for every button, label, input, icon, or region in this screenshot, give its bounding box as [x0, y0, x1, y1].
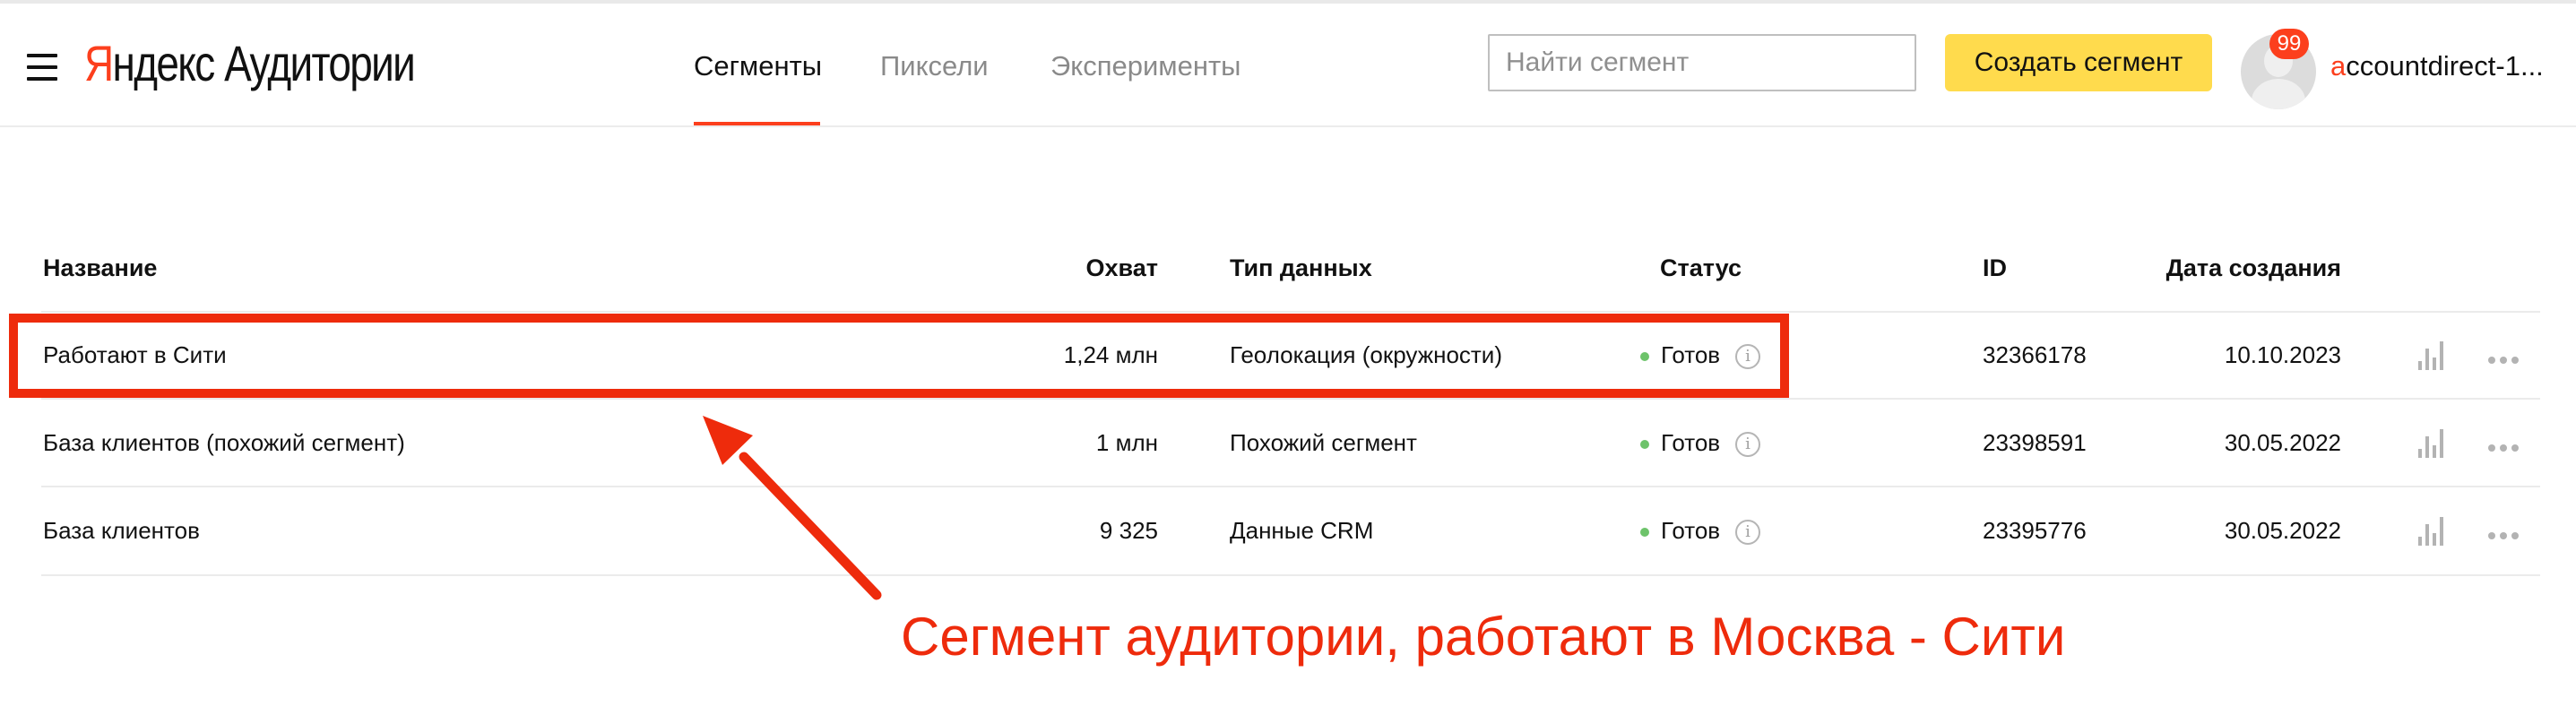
annotation-caption: Сегмент аудитории, работают в Москва - С…: [901, 607, 2066, 667]
